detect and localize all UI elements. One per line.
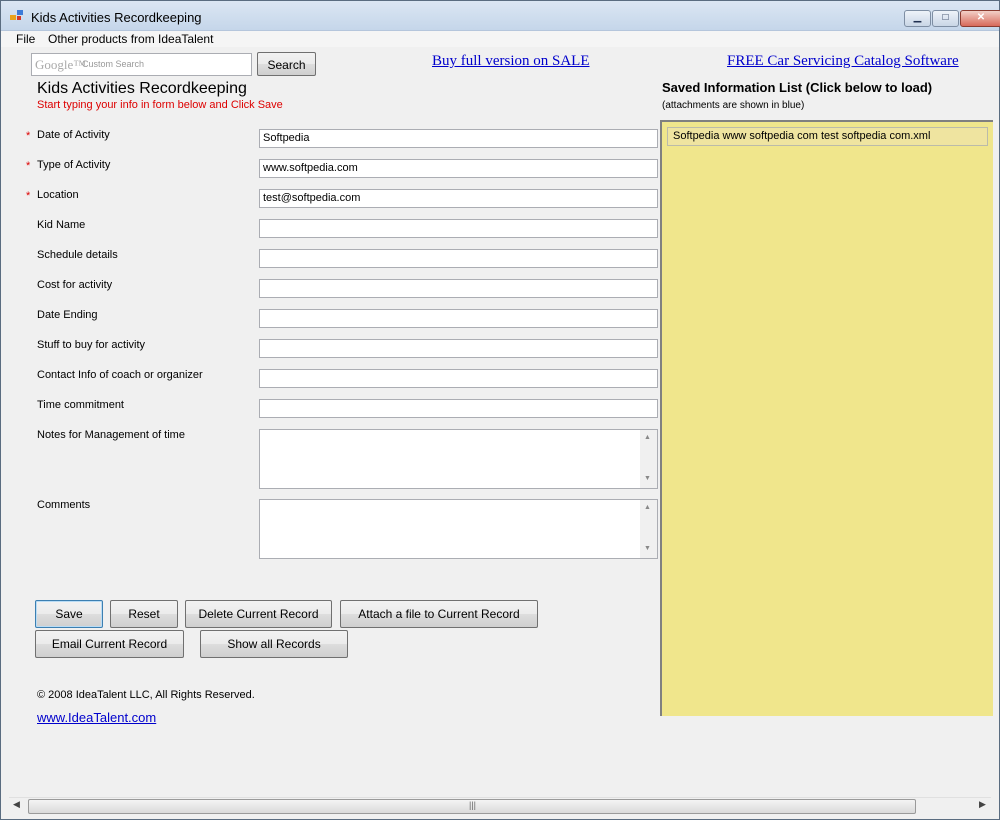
label-date-of-activity: Date of Activity xyxy=(37,129,110,141)
ideatalent-site-link[interactable]: www.IdeaTalent.com xyxy=(37,710,156,725)
window-title: Kids Activities Recordkeeping xyxy=(31,10,202,25)
minimize-button[interactable]: ▁ xyxy=(904,10,931,27)
scroll-left-icon[interactable]: ◀ xyxy=(13,799,20,810)
date-of-activity-field[interactable]: Softpedia xyxy=(259,129,658,148)
search-placeholder: Custom Search xyxy=(82,59,145,69)
car-catalog-link[interactable]: FREE Car Servicing Catalog Software xyxy=(727,53,959,70)
label-stuff-to-buy: Stuff to buy for activity xyxy=(37,339,146,351)
saved-list-note: (attachments are shown in blue) xyxy=(662,100,805,111)
menu-other-products[interactable]: Other products from IdeaTalent xyxy=(48,32,213,46)
label-cost-for-activity: Cost for activity xyxy=(37,279,113,291)
type-of-activity-field[interactable]: www.softpedia.com xyxy=(259,159,658,178)
comments-textarea[interactable]: ▲ ▼ xyxy=(259,499,658,559)
schedule-details-field[interactable] xyxy=(259,249,658,268)
scroll-up-icon[interactable]: ▲ xyxy=(644,434,651,441)
grip-icon: ||| xyxy=(469,800,477,810)
show-all-records-button[interactable]: Show all Records xyxy=(200,630,348,658)
contact-info-field[interactable] xyxy=(259,369,658,388)
required-marker: * xyxy=(26,160,31,172)
scroll-down-icon[interactable]: ▼ xyxy=(644,545,651,552)
app-icon xyxy=(10,10,24,22)
google-logo: Google™ xyxy=(35,57,87,72)
label-time-commitment: Time commitment xyxy=(37,399,124,411)
scrollbar-thumb[interactable]: ||| xyxy=(28,799,916,814)
form-instruction: Start typing your info in form below and… xyxy=(37,99,283,111)
location-field[interactable]: test@softpedia.com xyxy=(259,189,658,208)
label-schedule-details: Schedule details xyxy=(37,249,118,261)
reset-button[interactable]: Reset xyxy=(110,600,178,628)
stuff-to-buy-field[interactable] xyxy=(259,339,658,358)
attach-file-button[interactable]: Attach a file to Current Record xyxy=(340,600,538,628)
saved-list-heading: Saved Information List (Click below to l… xyxy=(662,80,933,95)
buy-full-version-link[interactable]: Buy full version on SALE xyxy=(432,53,590,70)
search-button[interactable]: Search xyxy=(257,52,316,76)
email-record-button[interactable]: Email Current Record xyxy=(35,630,184,658)
label-date-ending: Date Ending xyxy=(37,309,98,321)
comments-scrollbar[interactable]: ▲ ▼ xyxy=(640,500,657,558)
horizontal-scrollbar[interactable]: ◀ ||| ▶ xyxy=(9,797,991,814)
scroll-down-icon[interactable]: ▼ xyxy=(644,475,651,482)
date-ending-field[interactable] xyxy=(259,309,658,328)
delete-record-button[interactable]: Delete Current Record xyxy=(185,600,332,628)
search-input[interactable]: Google™ Custom Search xyxy=(31,53,252,76)
time-commitment-field[interactable] xyxy=(259,399,658,418)
label-comments: Comments xyxy=(37,499,91,511)
label-location: Location xyxy=(37,189,79,201)
title-bar: Kids Activities Recordkeeping ▁ □ ✕ xyxy=(1,1,1000,31)
cost-for-activity-field[interactable] xyxy=(259,279,658,298)
label-kid-name: Kid Name xyxy=(37,219,86,231)
form-heading: Kids Activities Recordkeeping xyxy=(37,80,247,97)
app-window: Kids Activities Recordkeeping ▁ □ ✕ File… xyxy=(0,0,1000,820)
label-type-of-activity: Type of Activity xyxy=(37,159,111,171)
scroll-right-icon[interactable]: ▶ xyxy=(979,799,986,810)
required-marker: * xyxy=(26,190,31,202)
label-contact-info: Contact Info of coach or organizer xyxy=(37,369,203,381)
close-button[interactable]: ✕ xyxy=(960,10,1000,27)
menu-file[interactable]: File xyxy=(16,32,35,46)
kid-name-field[interactable] xyxy=(259,219,658,238)
scroll-up-icon[interactable]: ▲ xyxy=(644,504,651,511)
save-button[interactable]: Save xyxy=(35,600,103,628)
maximize-button[interactable]: □ xyxy=(932,10,959,27)
label-notes: Notes for Management of time xyxy=(37,429,185,441)
copyright-text: © 2008 IdeaTalent LLC, All Rights Reserv… xyxy=(37,689,255,701)
notes-textarea[interactable]: ▲ ▼ xyxy=(259,429,658,489)
list-item[interactable]: Softpedia www softpedia com test softped… xyxy=(667,127,988,146)
notes-scrollbar[interactable]: ▲ ▼ xyxy=(640,430,657,488)
menu-bar: File Other products from IdeaTalent xyxy=(1,31,999,47)
required-marker: * xyxy=(26,130,31,142)
saved-records-list[interactable]: Softpedia www softpedia com test softped… xyxy=(660,120,993,716)
